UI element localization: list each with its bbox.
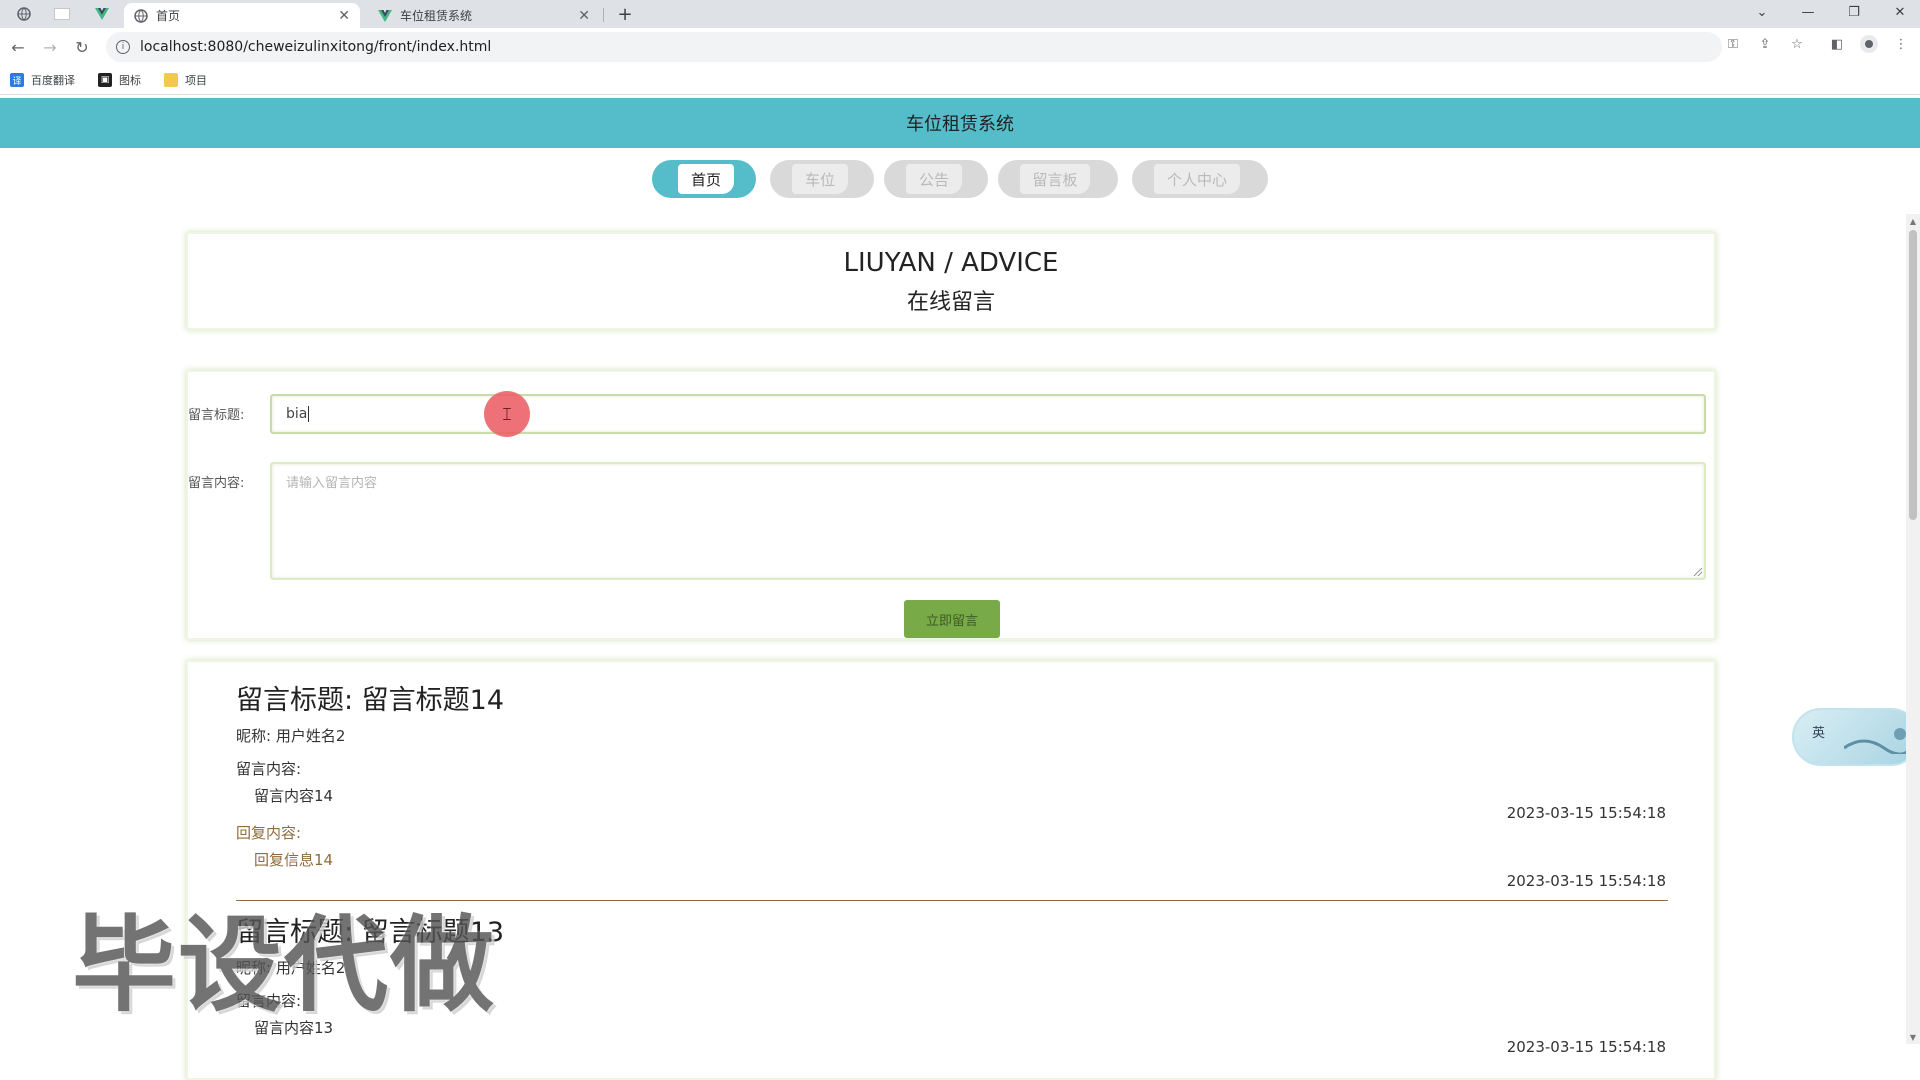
tab-title: 首页 <box>156 9 181 23</box>
nav-message-board-label: 留言板 <box>1020 164 1090 194</box>
section-title-en: LIUYAN / ADVICE <box>843 248 1059 278</box>
nav-message-board[interactable]: 留言板 <box>998 160 1118 198</box>
side-panel-icon[interactable]: ◧ <box>1828 35 1846 53</box>
site-header: 车位租赁系统 <box>0 98 1920 148</box>
nav-personal-center[interactable]: 个人中心 <box>1132 160 1268 198</box>
ime-language-widget[interactable]: 英 <box>1792 708 1920 766</box>
content-placeholder: 请输入留言内容 <box>286 476 378 491</box>
message-nickname: 昵称: 用户姓名2 <box>236 727 346 745</box>
close-tab-icon[interactable]: ✕ <box>578 8 590 24</box>
section-header-card: LIUYAN / ADVICE 在线留言 <box>186 232 1716 330</box>
message-form-card: 留言标题: bia 留言内容: 请输入留言内容 立即留言 <box>186 370 1716 640</box>
new-tab-button[interactable]: + <box>614 3 636 25</box>
title-input-value: bia <box>286 406 308 422</box>
submit-message-button[interactable]: 立即留言 <box>904 600 1000 638</box>
bookmark-label: 图标 <box>119 74 141 87</box>
image-icon: ▣ <box>98 73 112 87</box>
tab-search-chevron-icon[interactable]: ⌄ <box>1740 0 1784 24</box>
browser-tab-strip: 首页 ✕ 车位租赁系统 ✕ + ⌄ — ❐ ✕ <box>0 0 1920 28</box>
message-item: 留言标题: 留言标题14 昵称: 用户姓名2 留言内容: 留言内容14 <box>236 678 1668 806</box>
content-field-label: 留言内容: <box>188 476 245 491</box>
nav-parking[interactable]: 车位 <box>770 160 874 198</box>
resize-grip-icon[interactable] <box>1694 568 1702 576</box>
pinned-tab-vue-icon[interactable] <box>92 3 112 25</box>
address-bar[interactable]: i localhost:8080/cheweizulinxitong/front… <box>106 32 1722 62</box>
vue-icon <box>378 9 392 22</box>
url-text: localhost:8080/cheweizulinxitong/front/i… <box>140 39 492 55</box>
key-icon[interactable]: ⚿ <box>1724 35 1742 53</box>
bookmark-label: 百度翻译 <box>31 74 75 87</box>
profile-avatar-icon[interactable] <box>1860 35 1878 53</box>
bookmark-translate[interactable]: 译 百度翻译 <box>10 72 75 88</box>
restore-icon[interactable]: ❐ <box>1832 0 1876 24</box>
nav-notice[interactable]: 公告 <box>884 160 988 198</box>
bookmark-label: 项目 <box>185 74 207 87</box>
reply-time: 2023-03-15 15:54:18 <box>1506 872 1666 890</box>
message-title: 留言标题: 留言标题14 <box>236 685 505 716</box>
nav-personal-center-label: 个人中心 <box>1154 164 1240 194</box>
pinned-tab-blank-icon[interactable] <box>52 3 72 25</box>
message-time: 2023-03-15 15:54:18 <box>1506 804 1666 822</box>
more-menu-icon[interactable]: ⋮ <box>1892 35 1910 53</box>
watermark-text: 毕设代做 <box>72 904 497 1026</box>
section-title-cn: 在线留言 <box>906 290 995 315</box>
bookmark-icons[interactable]: ▣ 图标 <box>98 72 141 88</box>
forward-arrow-icon[interactable]: → <box>38 35 62 59</box>
reply-content: 回复信息14 <box>254 851 334 869</box>
minimize-icon[interactable]: — <box>1786 0 1830 24</box>
translate-icon: 译 <box>10 73 24 87</box>
bookmarks-bar: 译 百度翻译 ▣ 图标 项目 <box>0 66 1920 95</box>
browser-toolbar: ← → ↻ i localhost:8080/cheweizulinxitong… <box>0 28 1920 66</box>
bookmark-projects[interactable]: 项目 <box>164 72 207 88</box>
reply-label: 回复内容: <box>236 824 302 842</box>
nav-home[interactable]: 首页 <box>652 160 756 198</box>
ime-label: 英 <box>1812 726 1826 741</box>
title-field-label: 留言标题: <box>188 408 245 423</box>
content-textarea[interactable]: 请输入留言内容 <box>270 462 1706 580</box>
nav-home-label: 首页 <box>678 164 734 194</box>
text-cursor-icon: 𝙸 <box>500 403 514 425</box>
bookmark-star-icon[interactable]: ☆ <box>1788 35 1806 53</box>
nav-parking-label: 车位 <box>792 164 848 194</box>
close-window-icon[interactable]: ✕ <box>1878 0 1920 24</box>
message-content: 留言内容14 <box>254 787 334 805</box>
page-scrollbar[interactable]: ▲ ▼ <box>1906 214 1920 1044</box>
reload-icon[interactable]: ↻ <box>70 35 94 59</box>
info-icon[interactable]: i <box>116 40 130 54</box>
message-time: 2023-03-15 15:54:18 <box>1506 1038 1666 1056</box>
ime-decoration-icon <box>1844 728 1914 754</box>
text-caret <box>308 406 310 422</box>
main-nav: 首页 车位 公告 留言板 个人中心 <box>0 160 1920 202</box>
mouse-cursor-highlight: 𝙸 <box>484 391 530 437</box>
reply-block: 回复内容: 回复信息14 <box>236 822 1668 870</box>
nav-notice-label: 公告 <box>906 164 962 194</box>
close-tab-icon[interactable]: ✕ <box>338 8 350 24</box>
globe-icon <box>134 8 148 23</box>
message-content-label: 留言内容: <box>236 760 302 778</box>
share-icon[interactable]: ⇪ <box>1756 35 1774 53</box>
scrollbar-thumb[interactable] <box>1909 230 1917 520</box>
tab-parking-system[interactable]: 车位租赁系统 ✕ <box>368 3 600 28</box>
site-title: 车位租赁系统 <box>906 114 1014 135</box>
tab-home[interactable]: 首页 ✕ <box>124 3 360 28</box>
tab-separator <box>603 8 604 22</box>
pinned-tab-globe-icon[interactable] <box>14 3 34 25</box>
folder-icon <box>164 73 178 87</box>
scroll-down-arrow-icon[interactable]: ▼ <box>1906 1030 1920 1044</box>
back-arrow-icon[interactable]: ← <box>6 35 30 59</box>
scroll-up-arrow-icon[interactable]: ▲ <box>1906 214 1920 228</box>
tab-title: 车位租赁系统 <box>400 9 473 23</box>
